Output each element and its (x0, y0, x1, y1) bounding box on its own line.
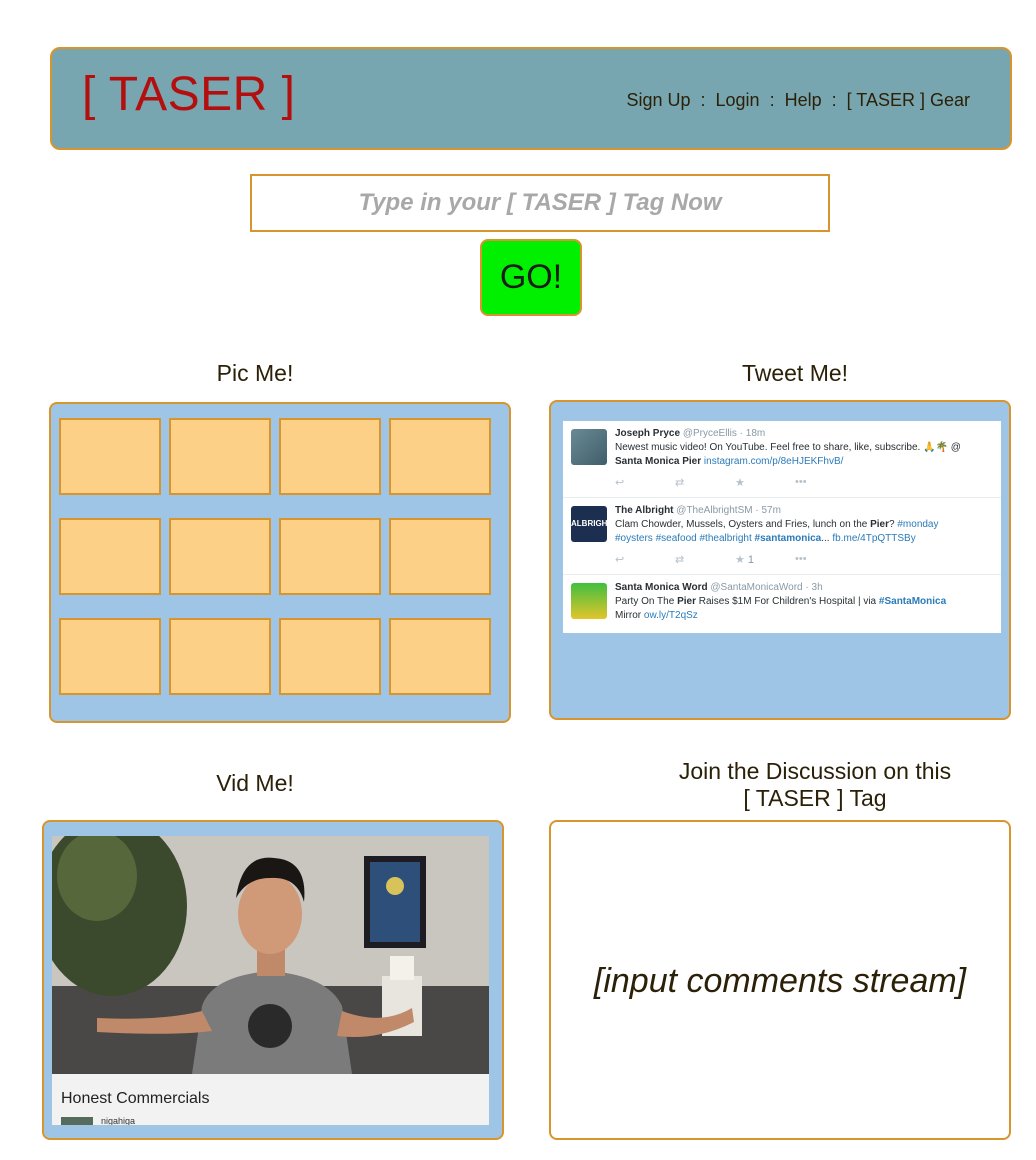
tweet-text: Party On The (615, 596, 675, 607)
tweet-author-name[interactable]: Santa Monica Word (615, 582, 708, 593)
reply-icon[interactable]: ↩ (615, 553, 675, 566)
nav-separator: : (769, 90, 775, 110)
login-link[interactable]: Login (716, 90, 760, 111)
vid-section-title: Vid Me! (216, 770, 294, 796)
retweet-icon[interactable]: ⇄ (675, 553, 735, 566)
pic-tile[interactable] (59, 418, 161, 495)
pic-section-title: Pic Me! (216, 360, 294, 386)
pic-tile[interactable] (279, 518, 381, 595)
tweet-author-name[interactable]: Joseph Pryce (615, 428, 680, 439)
reply-icon[interactable]: ↩ (615, 476, 675, 489)
pic-panel (49, 402, 511, 723)
tweet-text: Mirror (615, 610, 642, 621)
tweet-section-title: Tweet Me! (741, 360, 849, 386)
star-icon[interactable]: ★ (735, 476, 795, 489)
nav-separator: : (700, 90, 706, 110)
tweet-text-after: Raises $1M For Children's Hospital | via (698, 596, 877, 607)
tweet-hashtags[interactable]: #oysters #seafood #thealbright (615, 533, 752, 544)
pic-tile[interactable] (389, 418, 491, 495)
avatar[interactable] (571, 583, 607, 619)
comments-panel[interactable]: [input comments stream] (549, 820, 1011, 1140)
star-icon[interactable]: ★ 1 (735, 553, 795, 566)
tweet-text-after: ? (889, 519, 895, 530)
tweet-author-handle[interactable]: @PryceEllis (683, 428, 737, 439)
comments-stream-placeholder: [input comments stream] (593, 962, 967, 1000)
pic-tile[interactable] (389, 618, 491, 695)
go-button[interactable]: GO! (480, 239, 582, 316)
pic-tile[interactable] (169, 418, 271, 495)
help-link[interactable]: Help (785, 90, 822, 111)
tweet-author-handle[interactable]: @SantaMonicaWord (710, 582, 802, 593)
pic-tile[interactable] (169, 618, 271, 695)
tweet-item[interactable]: Santa Monica Word @SantaMonicaWord · 3h … (563, 575, 1001, 631)
favorite-count: 1 (747, 554, 755, 566)
tweet-author-handle[interactable]: @TheAlbrightSM (676, 505, 752, 516)
gear-link[interactable]: [ TASER ] Gear (847, 90, 970, 111)
tweet-link[interactable]: instagram.com/p/8eHJEKFhvB/ (704, 456, 844, 467)
video-embed[interactable]: Honest Commercials nigahiga (52, 836, 489, 1125)
tweet-author-name[interactable]: The Albright (615, 505, 674, 516)
discussion-title-line1: Join the Discussion on this (678, 758, 952, 784)
tweet-item[interactable]: Joseph Pryce @PryceEllis · 18m Newest mu… (563, 421, 1001, 498)
tweet-actions: ↩ ⇄ ★ 1 ••• (615, 553, 855, 566)
header-bar: [ TASER ] Sign Up : Login : Help : [ TAS… (50, 47, 1012, 150)
pic-tile[interactable] (169, 518, 271, 595)
video-thumbnail[interactable] (52, 836, 489, 1074)
tweet-hashtag[interactable]: #SantaMonica (879, 596, 946, 607)
video-title[interactable]: Honest Commercials (61, 1090, 209, 1108)
tweet-list: Joseph Pryce @PryceEllis · 18m Newest mu… (563, 421, 1001, 633)
tweet-time: · 57m (755, 505, 781, 516)
video-channel[interactable]: nigahiga (61, 1116, 135, 1125)
top-nav: Sign Up : Login : Help : [ TASER ] Gear (626, 90, 970, 111)
tweet-actions: ↩ ⇄ ★ ••• (615, 476, 855, 489)
pic-tile[interactable] (279, 618, 381, 695)
discussion-section-title: Join the Discussion on this [ TASER ] Ta… (620, 758, 1010, 812)
more-icon[interactable]: ••• (795, 553, 855, 566)
nav-separator: : (831, 90, 837, 110)
pic-grid (59, 418, 491, 695)
tweet-bold-word: Pier (870, 519, 890, 530)
tweet-text: Newest music video! On YouTube. Feel fre… (615, 442, 961, 453)
avatar[interactable]: ALBRIGHT (571, 506, 612, 542)
tweet-location[interactable]: Santa Monica Pier (615, 456, 701, 467)
video-panel: Honest Commercials nigahiga (42, 820, 504, 1140)
tweet-hashtag[interactable]: #monday (897, 519, 938, 530)
channel-avatar (61, 1116, 93, 1125)
tweet-hashtag[interactable]: #santamonica (755, 533, 822, 544)
more-icon[interactable]: ••• (795, 476, 855, 489)
retweet-icon[interactable]: ⇄ (675, 476, 735, 489)
tweet-panel: Joseph Pryce @PryceEllis · 18m Newest mu… (549, 400, 1011, 720)
tweet-time: · 3h (805, 582, 823, 593)
discussion-title-line2: [ TASER ] Tag (743, 785, 887, 811)
channel-name[interactable]: nigahiga (101, 1116, 135, 1125)
tweet-item[interactable]: ALBRIGHT The Albright @TheAlbrightSM · 5… (563, 498, 1001, 575)
tag-search-input[interactable] (250, 174, 830, 232)
tweet-time: · 18m (739, 428, 766, 439)
signup-link[interactable]: Sign Up (626, 90, 690, 111)
tweet-link[interactable]: ow.ly/T2qSz (644, 610, 698, 621)
video-frame-image (52, 836, 489, 1074)
tweet-bold-word: Pier (677, 596, 696, 607)
tweet-text: Clam Chowder, Mussels, Oysters and Fries… (615, 519, 868, 530)
pic-tile[interactable] (279, 418, 381, 495)
avatar[interactable] (571, 429, 607, 465)
tweet-ellipsis: ... (821, 533, 830, 544)
pic-tile[interactable] (59, 518, 161, 595)
tweet-link[interactable]: fb.me/4TpQTTSBy (832, 533, 915, 544)
site-logo[interactable]: [ TASER ] (82, 67, 295, 122)
pic-tile[interactable] (59, 618, 161, 695)
pic-tile[interactable] (389, 518, 491, 595)
